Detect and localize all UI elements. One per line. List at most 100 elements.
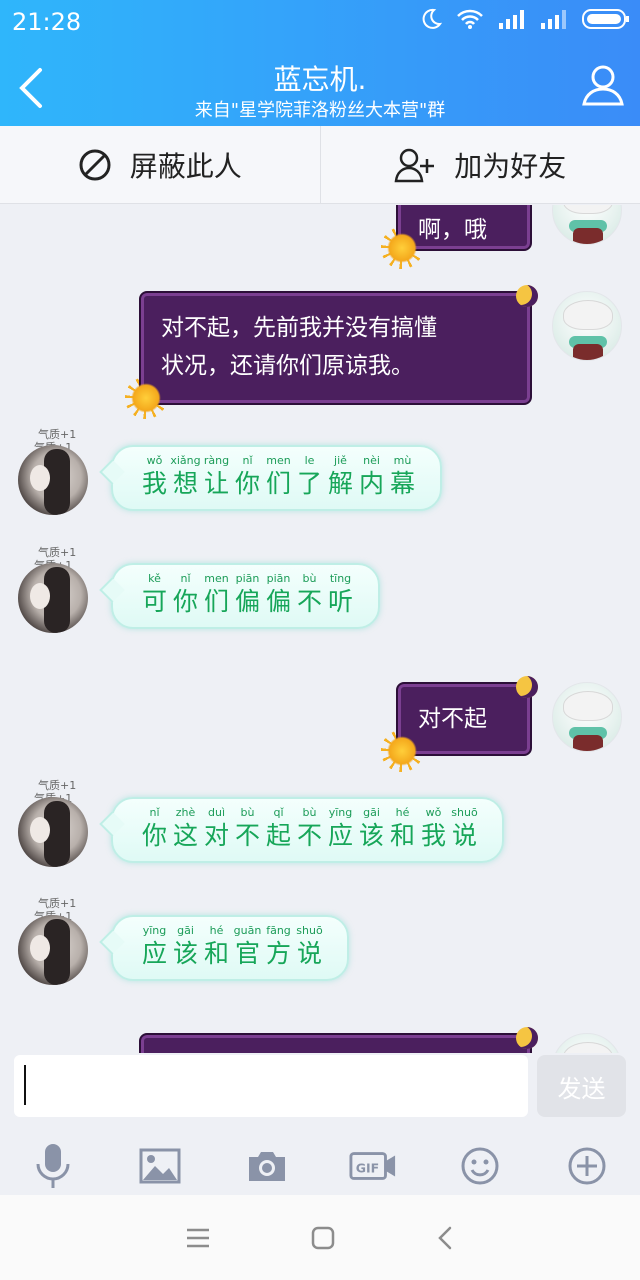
emoji-icon[interactable] bbox=[456, 1142, 504, 1190]
message-text: 啊，哦 bbox=[418, 217, 487, 243]
message-bubble-sent: 对不起，先前我并没有搞懂 状况，还请你们原谅我。 bbox=[139, 285, 538, 405]
add-friend-button[interactable]: 加为好友 bbox=[319, 126, 640, 203]
menu-icon[interactable] bbox=[185, 1227, 211, 1249]
message-bubble-sent: 对不起 bbox=[396, 676, 538, 756]
pinyin-text: gāi bbox=[177, 924, 194, 937]
pinyin-text: duì bbox=[207, 806, 225, 819]
back-nav-icon[interactable] bbox=[435, 1225, 455, 1251]
add-friend-label: 加为好友 bbox=[454, 149, 567, 183]
message-bubble-received: wǒ 我 xiǎng 想 ràng 让 nǐ 你 men 们 le 了 jiě 解 nèi 内 mù 幕 bbox=[111, 445, 442, 511]
hanzi-text: 不 bbox=[296, 587, 322, 616]
hanzi-text: 和 bbox=[389, 821, 415, 850]
avatar[interactable] bbox=[552, 682, 622, 752]
hanzi-text: 应 bbox=[327, 821, 353, 850]
pinyin-char: shuō 说 bbox=[294, 923, 325, 969]
pinyin-text: piān bbox=[235, 572, 260, 585]
chat-messages: 啊，哦 对不起，先前我并没有搞懂 状况，还请你们原谅我。 气质+1 气质+1 w… bbox=[0, 205, 640, 1053]
camera-icon[interactable] bbox=[243, 1142, 291, 1190]
message-bubble-received: nǐ 你 zhè 这 duì 对 bù 不 qǐ 起 bù 不 yīng 应 gāi 该 hé 和 wǒ 我 shuō 说 bbox=[111, 797, 504, 863]
message-bubble-sent bbox=[139, 1027, 538, 1053]
hanzi-text: 我 bbox=[420, 821, 446, 850]
signal-icon bbox=[499, 10, 524, 29]
badge-text: 气质+1 bbox=[38, 897, 77, 910]
pinyin-text: qǐ bbox=[273, 806, 284, 819]
message-bubble-received: kě 可 nǐ 你 men 们 piān 偏 piān 偏 bù 不 tīng 听 bbox=[111, 563, 380, 629]
pinyin-char: tīng 听 bbox=[325, 571, 356, 617]
avatar[interactable] bbox=[18, 445, 88, 515]
pinyin-row: nǐ 你 zhè 这 duì 对 bù 不 qǐ 起 bù 不 yīng 应 gāi 该 hé 和 wǒ 我 shuō 说 bbox=[139, 805, 480, 851]
pinyin-char: nǐ 你 bbox=[232, 453, 263, 499]
sun-decoration-icon bbox=[125, 377, 167, 419]
avatar[interactable] bbox=[18, 915, 88, 985]
signal-icon-2 bbox=[541, 10, 566, 29]
pinyin-row: wǒ 我 xiǎng 想 ràng 让 nǐ 你 men 们 le 了 jiě 解 nèi 内 mù 幕 bbox=[139, 453, 418, 499]
gif-icon[interactable]: GIF bbox=[349, 1142, 397, 1190]
moon-decoration-icon bbox=[516, 676, 538, 698]
pinyin-char: piān 偏 bbox=[263, 571, 294, 617]
pinyin-char: shuō 说 bbox=[449, 805, 480, 851]
block-user-button[interactable]: 屏蔽此人 bbox=[0, 126, 320, 203]
pinyin-text: le bbox=[304, 454, 315, 467]
hanzi-text: 了 bbox=[296, 469, 322, 498]
pinyin-row: yīng 应 gāi 该 hé 和 guān 官 fāng 方 shuō 说 bbox=[139, 923, 325, 969]
pinyin-text: tīng bbox=[329, 572, 352, 585]
pinyin-char: hé 和 bbox=[387, 805, 418, 851]
hanzi-text: 幕 bbox=[389, 469, 415, 498]
moon-decoration-icon bbox=[516, 1027, 538, 1049]
avatar[interactable] bbox=[552, 291, 622, 361]
pinyin-text: bù bbox=[302, 572, 317, 585]
avatar[interactable] bbox=[18, 797, 88, 867]
pinyin-char: gāi 该 bbox=[170, 923, 201, 969]
avatar[interactable] bbox=[552, 205, 622, 245]
hanzi-text: 你 bbox=[141, 821, 167, 850]
profile-icon[interactable] bbox=[580, 62, 626, 108]
pinyin-text: yīng bbox=[142, 924, 167, 937]
pinyin-text: nèi bbox=[363, 454, 380, 467]
pinyin-text: mù bbox=[393, 454, 412, 467]
pinyin-char: wǒ 我 bbox=[418, 805, 449, 851]
pinyin-char: mù 幕 bbox=[387, 453, 418, 499]
message-text-line1: 对不起，先前我并没有搞懂 bbox=[161, 315, 437, 341]
hanzi-text: 不 bbox=[296, 821, 322, 850]
avatar[interactable] bbox=[552, 1033, 622, 1053]
hanzi-text: 解 bbox=[327, 469, 353, 498]
message-text: 对不起 bbox=[418, 706, 487, 732]
pinyin-char: zhè 这 bbox=[170, 805, 201, 851]
pinyin-char: bù 不 bbox=[294, 805, 325, 851]
pinyin-text: shuō bbox=[296, 924, 323, 937]
pinyin-char: jiě 解 bbox=[325, 453, 356, 499]
pinyin-char: xiǎng 想 bbox=[170, 453, 201, 499]
chat-subtitle: 来自"星学院菲洛粉丝大本营"群 bbox=[194, 100, 446, 121]
avatar[interactable] bbox=[18, 563, 88, 633]
image-icon[interactable] bbox=[136, 1142, 184, 1190]
hanzi-text: 我 bbox=[141, 469, 167, 498]
home-icon[interactable] bbox=[311, 1226, 335, 1250]
hanzi-text: 和 bbox=[203, 939, 229, 968]
pinyin-text: piān bbox=[266, 572, 291, 585]
hanzi-text: 官 bbox=[234, 939, 260, 968]
pinyin-text: shuō bbox=[451, 806, 478, 819]
block-icon bbox=[79, 149, 111, 180]
badge-text: 气质+1 bbox=[38, 779, 77, 792]
badge-text: 气质+1 bbox=[38, 428, 77, 441]
pinyin-char: kě 可 bbox=[139, 571, 170, 617]
hanzi-text: 偏 bbox=[265, 587, 291, 616]
message-input[interactable] bbox=[14, 1055, 528, 1117]
hanzi-text: 应 bbox=[141, 939, 167, 968]
battery-icon bbox=[582, 9, 629, 29]
hanzi-text: 偏 bbox=[234, 587, 260, 616]
pinyin-text: xiǎng bbox=[170, 454, 201, 467]
plus-icon[interactable] bbox=[563, 1142, 611, 1190]
pinyin-text: bù bbox=[302, 806, 317, 819]
pinyin-char: ràng 让 bbox=[201, 453, 232, 499]
pinyin-char: yīng 应 bbox=[139, 923, 170, 969]
message-bubble-received: yīng 应 gāi 该 hé 和 guān 官 fāng 方 shuō 说 bbox=[111, 915, 349, 981]
gif-label: GIF bbox=[356, 1161, 379, 1176]
pinyin-text: men bbox=[204, 572, 229, 585]
hanzi-text: 可 bbox=[141, 587, 167, 616]
send-button[interactable]: 发送 bbox=[537, 1055, 626, 1117]
message-text-line2: 状况，还请你们原谅我。 bbox=[161, 353, 414, 379]
text-cursor bbox=[24, 1065, 26, 1105]
hanzi-text: 该 bbox=[172, 939, 198, 968]
microphone-icon[interactable] bbox=[29, 1142, 77, 1190]
